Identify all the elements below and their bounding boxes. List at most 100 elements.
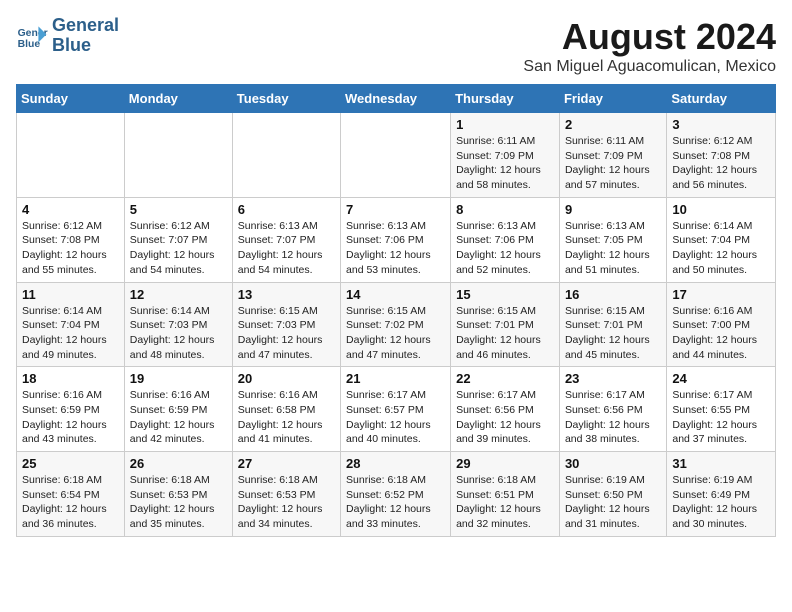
day-number: 18	[22, 371, 119, 386]
calendar-cell: 3Sunrise: 6:12 AM Sunset: 7:08 PM Daylig…	[667, 113, 776, 198]
svg-text:Blue: Blue	[18, 39, 41, 50]
calendar-cell: 28 Sunrise: 6:18 AM Sunset: 6:52 PM Dayli…	[341, 452, 451, 537]
calendar-cell: 22 Sunrise: 6:17 AM Sunset: 6:56 PM Dayli…	[451, 367, 560, 452]
day-info: Sunrise: 6:15 AM Sunset: 7:01 PM Dayligh…	[565, 304, 661, 363]
calendar-cell: 12 Sunrise: 6:14 AM Sunset: 7:03 PM Dayli…	[124, 282, 232, 367]
day-info: Sunrise: 6:19 AM Sunset: 6:50 PM Dayligh…	[565, 473, 661, 532]
day-number: 7	[346, 202, 445, 217]
page-header: General Blue General Blue August 2024 Sa…	[16, 16, 776, 76]
day-number: 5	[130, 202, 227, 217]
day-number: 30	[565, 456, 661, 471]
calendar-cell: 11 Sunrise: 6:14 AM Sunset: 7:04 PM Dayli…	[17, 282, 125, 367]
day-info: Sunrise: 6:14 AM Sunset: 7:04 PM Dayligh…	[22, 304, 119, 363]
calendar-header-row: SundayMondayTuesdayWednesdayThursdayFrid…	[17, 85, 776, 113]
day-info: Sunrise: 6:17 AM Sunset: 6:56 PM Dayligh…	[456, 388, 554, 447]
day-info: Sunrise: 6:18 AM Sunset: 6:54 PM Dayligh…	[22, 473, 119, 532]
calendar-cell: 16 Sunrise: 6:15 AM Sunset: 7:01 PM Dayli…	[559, 282, 666, 367]
day-info: Sunrise: 6:18 AM Sunset: 6:53 PM Dayligh…	[238, 473, 335, 532]
day-number: 23	[565, 371, 661, 386]
calendar-cell: 8 Sunrise: 6:13 AM Sunset: 7:06 PM Daylig…	[451, 197, 560, 282]
calendar-week-row: 25 Sunrise: 6:18 AM Sunset: 6:54 PM Dayli…	[17, 452, 776, 537]
day-info: Sunrise: 6:18 AM Sunset: 6:52 PM Dayligh…	[346, 473, 445, 532]
calendar-table: SundayMondayTuesdayWednesdayThursdayFrid…	[16, 84, 776, 537]
day-number: 8	[456, 202, 554, 217]
location-title: San Miguel Aguacomulican, Mexico	[523, 58, 776, 76]
calendar-cell: 31 Sunrise: 6:19 AM Sunset: 6:49 PM Dayli…	[667, 452, 776, 537]
day-info: Sunrise: 6:15 AM Sunset: 7:01 PM Dayligh…	[456, 304, 554, 363]
day-number: 25	[22, 456, 119, 471]
day-info: Sunrise: 6:12 AM Sunset: 7:08 PM Dayligh…	[22, 219, 119, 278]
day-number: 17	[672, 287, 770, 302]
calendar-week-row: 4 Sunrise: 6:12 AM Sunset: 7:08 PM Daylig…	[17, 197, 776, 282]
day-info: Sunrise: 6:11 AM Sunset: 7:09 PM Dayligh…	[456, 134, 554, 193]
day-info: Sunrise: 6:13 AM Sunset: 7:06 PM Dayligh…	[456, 219, 554, 278]
day-info: Sunrise: 6:16 AM Sunset: 7:00 PM Dayligh…	[672, 304, 770, 363]
calendar-week-row: 1 Sunrise: 6:11 AM Sunset: 7:09 PM Daylig…	[17, 113, 776, 198]
day-number: 22	[456, 371, 554, 386]
calendar-cell: 26Sunrise: 6:18 AM Sunset: 6:53 PM Dayli…	[124, 452, 232, 537]
day-info: Sunrise: 6:17 AM Sunset: 6:57 PM Dayligh…	[346, 388, 445, 447]
calendar-cell: 7 Sunrise: 6:13 AM Sunset: 7:06 PM Daylig…	[341, 197, 451, 282]
day-number: 6	[238, 202, 335, 217]
calendar-cell: 20Sunrise: 6:16 AM Sunset: 6:58 PM Dayli…	[232, 367, 340, 452]
day-number: 14	[346, 287, 445, 302]
day-number: 16	[565, 287, 661, 302]
day-number: 28	[346, 456, 445, 471]
calendar-cell: 24 Sunrise: 6:17 AM Sunset: 6:55 PM Dayli…	[667, 367, 776, 452]
day-number: 24	[672, 371, 770, 386]
day-number: 10	[672, 202, 770, 217]
calendar-cell: 30 Sunrise: 6:19 AM Sunset: 6:50 PM Dayli…	[559, 452, 666, 537]
day-header-sunday: Sunday	[17, 85, 125, 113]
day-info: Sunrise: 6:15 AM Sunset: 7:03 PM Dayligh…	[238, 304, 335, 363]
day-header-wednesday: Wednesday	[341, 85, 451, 113]
calendar-cell: 9 Sunrise: 6:13 AM Sunset: 7:05 PM Daylig…	[559, 197, 666, 282]
day-number: 1	[456, 117, 554, 132]
calendar-cell: 13 Sunrise: 6:15 AM Sunset: 7:03 PM Dayli…	[232, 282, 340, 367]
day-info: Sunrise: 6:14 AM Sunset: 7:04 PM Dayligh…	[672, 219, 770, 278]
day-number: 11	[22, 287, 119, 302]
day-info: Sunrise: 6:16 AM Sunset: 6:59 PM Dayligh…	[22, 388, 119, 447]
calendar-cell: 1 Sunrise: 6:11 AM Sunset: 7:09 PM Daylig…	[451, 113, 560, 198]
day-number: 29	[456, 456, 554, 471]
calendar-cell: 18 Sunrise: 6:16 AM Sunset: 6:59 PM Dayli…	[17, 367, 125, 452]
day-number: 31	[672, 456, 770, 471]
day-info: Sunrise: 6:16 AM Sunset: 6:58 PM Dayligh…	[238, 388, 335, 447]
calendar-cell: 6 Sunrise: 6:13 AM Sunset: 7:07 PM Daylig…	[232, 197, 340, 282]
calendar-cell: 23 Sunrise: 6:17 AM Sunset: 6:56 PM Dayli…	[559, 367, 666, 452]
day-number: 13	[238, 287, 335, 302]
calendar-cell: 25 Sunrise: 6:18 AM Sunset: 6:54 PM Dayli…	[17, 452, 125, 537]
day-number: 21	[346, 371, 445, 386]
title-area: August 2024 San Miguel Aguacomulican, Me…	[523, 16, 776, 76]
day-number: 27	[238, 456, 335, 471]
calendar-cell: 14Sunrise: 6:15 AM Sunset: 7:02 PM Dayli…	[341, 282, 451, 367]
calendar-cell: 19Sunrise: 6:16 AM Sunset: 6:59 PM Dayli…	[124, 367, 232, 452]
calendar-cell: 29 Sunrise: 6:18 AM Sunset: 6:51 PM Dayli…	[451, 452, 560, 537]
day-header-thursday: Thursday	[451, 85, 560, 113]
day-info: Sunrise: 6:12 AM Sunset: 7:07 PM Dayligh…	[130, 219, 227, 278]
day-info: Sunrise: 6:13 AM Sunset: 7:07 PM Dayligh…	[238, 219, 335, 278]
calendar-cell	[17, 113, 125, 198]
day-info: Sunrise: 6:19 AM Sunset: 6:49 PM Dayligh…	[672, 473, 770, 532]
logo-text: General Blue	[52, 16, 119, 56]
day-number: 4	[22, 202, 119, 217]
day-number: 15	[456, 287, 554, 302]
day-info: Sunrise: 6:11 AM Sunset: 7:09 PM Dayligh…	[565, 134, 661, 193]
calendar-cell	[232, 113, 340, 198]
day-number: 9	[565, 202, 661, 217]
calendar-cell: 5 Sunrise: 6:12 AM Sunset: 7:07 PM Daylig…	[124, 197, 232, 282]
day-info: Sunrise: 6:12 AM Sunset: 7:08 PM Dayligh…	[672, 134, 770, 193]
day-number: 26	[130, 456, 227, 471]
day-info: Sunrise: 6:13 AM Sunset: 7:06 PM Dayligh…	[346, 219, 445, 278]
day-info: Sunrise: 6:13 AM Sunset: 7:05 PM Dayligh…	[565, 219, 661, 278]
calendar-cell	[124, 113, 232, 198]
day-number: 12	[130, 287, 227, 302]
day-info: Sunrise: 6:14 AM Sunset: 7:03 PM Dayligh…	[130, 304, 227, 363]
day-info: Sunrise: 6:17 AM Sunset: 6:56 PM Dayligh…	[565, 388, 661, 447]
day-header-saturday: Saturday	[667, 85, 776, 113]
calendar-cell: 2 Sunrise: 6:11 AM Sunset: 7:09 PM Daylig…	[559, 113, 666, 198]
day-number: 2	[565, 117, 661, 132]
day-info: Sunrise: 6:17 AM Sunset: 6:55 PM Dayligh…	[672, 388, 770, 447]
day-info: Sunrise: 6:18 AM Sunset: 6:51 PM Dayligh…	[456, 473, 554, 532]
logo-icon: General Blue	[16, 20, 48, 52]
day-header-monday: Monday	[124, 85, 232, 113]
